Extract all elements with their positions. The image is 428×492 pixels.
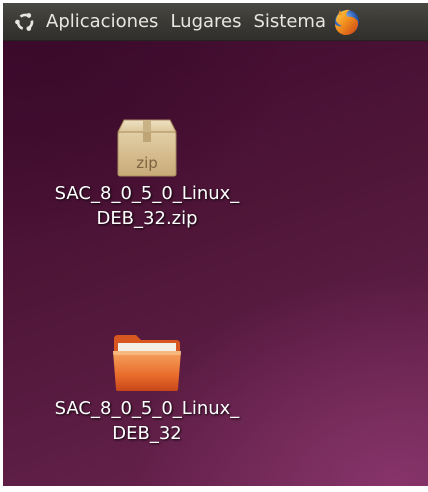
applications-menu[interactable]: Aplicaciones <box>46 3 158 41</box>
desktop[interactable]: zip SAC_8_0_5_0_Linux_ DEB_32.zip SAC_8_… <box>3 41 428 486</box>
zip-file-label-line2: DEB_32.zip <box>96 208 198 229</box>
places-menu[interactable]: Lugares <box>170 3 241 41</box>
top-panel: Aplicaciones Lugares Sistema <box>3 3 428 41</box>
screen: Aplicaciones Lugares Sistema zip SAC_8_0… <box>0 0 428 492</box>
zip-file-desktop-icon[interactable]: zip SAC_8_0_5_0_Linux_ DEB_32.zip <box>17 116 277 230</box>
zip-badge-label: zip <box>136 154 158 172</box>
firefox-icon[interactable] <box>332 7 362 37</box>
folder-label-line1: SAC_8_0_5_0_Linux_ <box>54 398 240 419</box>
ubuntu-logo-icon[interactable] <box>14 11 36 33</box>
zip-archive-icon: zip <box>117 119 177 177</box>
folder-desktop-icon[interactable]: SAC_8_0_5_0_Linux_ DEB_32 <box>17 331 277 445</box>
folder-icon <box>113 335 181 391</box>
folder-label-line2: DEB_32 <box>112 423 182 444</box>
system-menu[interactable]: Sistema <box>254 3 327 41</box>
zip-file-label-line1: SAC_8_0_5_0_Linux_ <box>54 183 240 204</box>
